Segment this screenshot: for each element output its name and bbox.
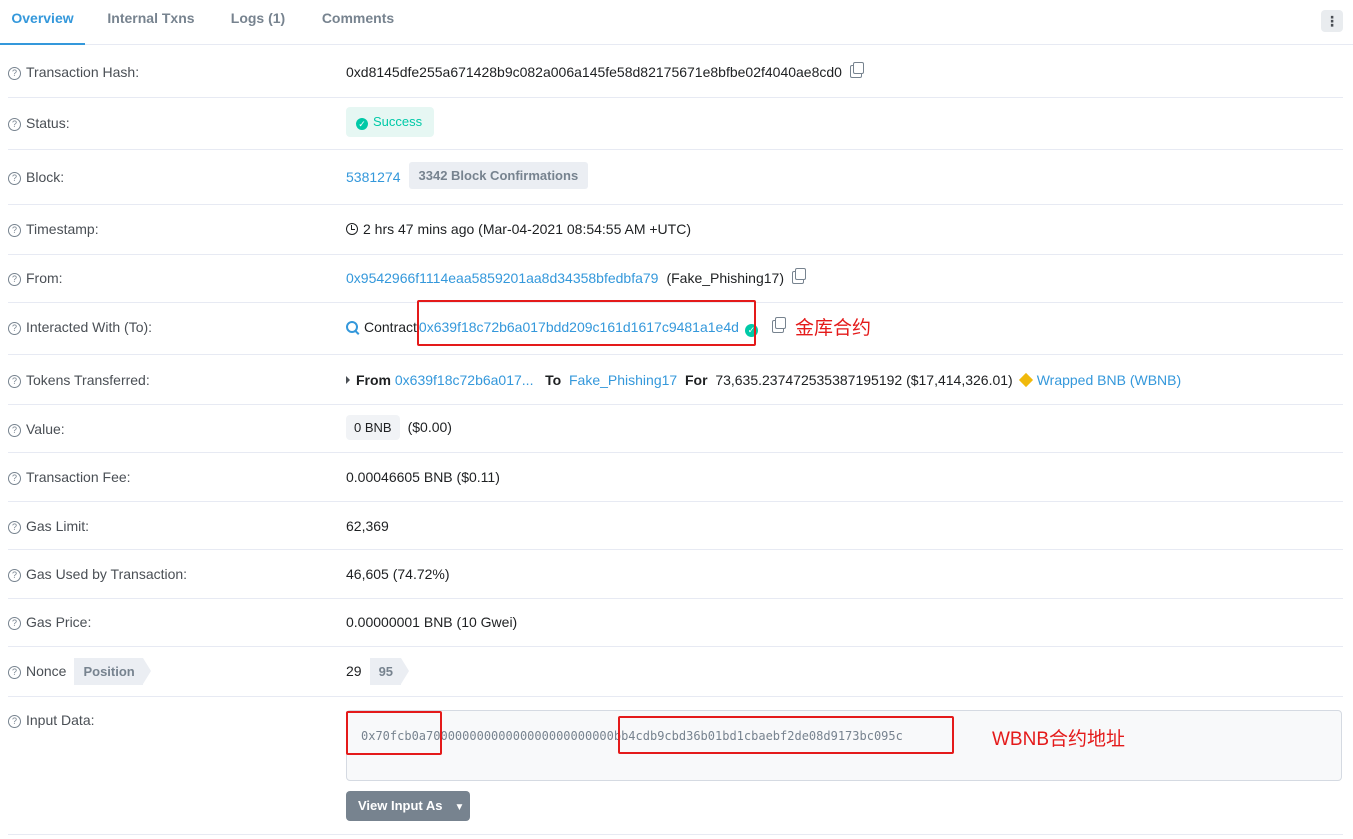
label-timestamp: Timestamp: bbox=[26, 221, 99, 237]
label-gas-price: Gas Price: bbox=[26, 614, 92, 630]
row-gas-used: ? Gas Used by Transaction: 46,605 (74.72%… bbox=[8, 550, 1343, 599]
nonce-value: 29 bbox=[346, 663, 362, 679]
row-value: ? Value: 0 BNB ($0.00) bbox=[8, 405, 1343, 453]
label-status: Status: bbox=[26, 115, 70, 131]
token-from-keyword: From bbox=[356, 372, 391, 388]
question-icon[interactable]: ? bbox=[8, 118, 21, 131]
status-text: Success bbox=[373, 114, 423, 129]
row-from: ? From: 0x9542966f1114eaa5859201aa8d34358… bbox=[8, 255, 1343, 303]
status-badge: ✓ Success bbox=[346, 107, 435, 137]
transaction-fee-value: 0.00046605 BNB ($0.11) bbox=[346, 469, 500, 485]
label-value: Value: bbox=[26, 421, 65, 437]
bnb-icon bbox=[1018, 372, 1033, 388]
contract-prefix: Contract bbox=[364, 319, 417, 335]
from-address-link[interactable]: 0x9542966f1114eaa5859201aa8d34358bfedbfa… bbox=[346, 270, 658, 286]
gas-used-value: 46,605 (74.72%) bbox=[346, 566, 450, 582]
row-gas-price: ? Gas Price: 0.00000001 BNB (10 Gwei) bbox=[8, 599, 1343, 647]
gas-limit-value: 62,369 bbox=[346, 518, 389, 534]
question-icon[interactable]: ? bbox=[8, 715, 21, 728]
row-status: ? Status: ✓ Success bbox=[8, 98, 1343, 150]
row-nonce: ? Nonce Position 29 95 bbox=[8, 647, 1343, 697]
token-from-link[interactable]: 0x639f18c72b6a017... bbox=[395, 372, 534, 388]
annotation-box-contract bbox=[417, 300, 756, 346]
transaction-hash-value: 0xd8145dfe255a671428b9c082a006a145fe58d8… bbox=[346, 64, 842, 80]
timestamp-value: 2 hrs 47 mins ago (Mar-04-2021 08:54:55 … bbox=[363, 221, 691, 237]
label-tokens-transferred: Tokens Transferred: bbox=[26, 372, 150, 388]
label-nonce: Nonce bbox=[26, 663, 67, 679]
label-block: Block: bbox=[26, 169, 65, 185]
label-transaction-hash: Transaction Hash: bbox=[26, 64, 140, 80]
row-transaction-fee: ? Transaction Fee: 0.00046605 BNB ($0.11) bbox=[8, 453, 1343, 502]
token-name-link[interactable]: Wrapped BNB (WBNB) bbox=[1037, 372, 1181, 388]
gas-price-value: 0.00000001 BNB (10 Gwei) bbox=[346, 614, 518, 630]
row-timestamp: ? Timestamp: 2 hrs 47 mins ago (Mar-04-20… bbox=[8, 205, 1343, 255]
row-block: ? Block: 5381274 3342 Block Confirmations bbox=[8, 150, 1343, 205]
tab-internal-txns[interactable]: Internal Txns bbox=[96, 0, 206, 44]
label-input-data: Input Data: bbox=[26, 712, 95, 728]
token-to-keyword: To bbox=[545, 372, 562, 388]
question-icon[interactable]: ? bbox=[8, 617, 21, 630]
annotation-box-wbnb-address bbox=[618, 716, 954, 754]
token-to-link[interactable]: Fake_Phishing17 bbox=[569, 372, 677, 388]
row-transaction-hash: ? Transaction Hash: 0xd8145dfe255a671428b… bbox=[8, 45, 1343, 98]
tab-overview[interactable]: Overview bbox=[0, 0, 85, 45]
annotation-wbnb-address: WBNB合约地址 bbox=[992, 729, 1126, 750]
clock-icon bbox=[346, 223, 358, 235]
token-amount: 73,635.237472535387195192 ($17,414,326.0… bbox=[715, 372, 1013, 388]
tab-bar: Overview Internal Txns Logs (1) Comments… bbox=[0, 0, 1353, 45]
question-icon[interactable]: ? bbox=[8, 67, 21, 80]
copy-icon[interactable] bbox=[849, 62, 864, 78]
row-tokens-transferred: ? Tokens Transferred: From 0x639f18c72b6a… bbox=[8, 355, 1343, 405]
caret-right-icon[interactable] bbox=[346, 376, 350, 384]
annotation-vault-contract: 金库合约 bbox=[795, 318, 872, 339]
value-usd: ($0.00) bbox=[407, 419, 452, 435]
tab-comments[interactable]: Comments bbox=[312, 0, 404, 44]
question-icon[interactable]: ? bbox=[8, 322, 21, 335]
view-input-as-button[interactable]: View Input As ▼ bbox=[346, 791, 470, 821]
check-circle-icon: ✓ bbox=[356, 118, 368, 130]
chevron-down-icon: ▼ bbox=[454, 802, 465, 813]
label-transaction-fee: Transaction Fee: bbox=[26, 469, 131, 485]
search-icon bbox=[346, 321, 358, 333]
label-gas-used: Gas Used by Transaction: bbox=[26, 566, 188, 582]
annotation-box-method-id bbox=[346, 711, 442, 755]
copy-icon[interactable] bbox=[791, 268, 806, 284]
from-name-tag: (Fake_Phishing17) bbox=[666, 270, 784, 286]
label-from: From: bbox=[26, 270, 63, 286]
token-for-keyword: For bbox=[684, 372, 708, 388]
question-icon[interactable]: ? bbox=[8, 375, 21, 388]
question-icon[interactable]: ? bbox=[8, 569, 21, 582]
position-tag: Position bbox=[74, 658, 152, 685]
tab-logs[interactable]: Logs (1) bbox=[218, 0, 298, 44]
label-interacted-with: Interacted With (To): bbox=[26, 319, 153, 335]
more-vertical-icon[interactable]: ⋮ bbox=[1321, 10, 1343, 32]
view-input-as-label: View Input As bbox=[358, 798, 443, 813]
position-value: 95 bbox=[369, 658, 410, 685]
question-icon[interactable]: ? bbox=[8, 521, 21, 534]
question-icon[interactable]: ? bbox=[8, 172, 21, 185]
label-gas-limit: Gas Limit: bbox=[26, 518, 90, 534]
question-icon[interactable]: ? bbox=[8, 224, 21, 237]
question-icon[interactable]: ? bbox=[8, 424, 21, 437]
row-gas-limit: ? Gas Limit: 62,369 bbox=[8, 502, 1343, 550]
block-number-link[interactable]: 5381274 bbox=[346, 169, 401, 185]
block-confirmations-badge: 3342 Block Confirmations bbox=[408, 162, 589, 189]
copy-icon[interactable] bbox=[771, 317, 786, 333]
question-icon[interactable]: ? bbox=[8, 472, 21, 485]
question-icon[interactable]: ? bbox=[8, 273, 21, 286]
value-chip: 0 BNB bbox=[346, 415, 400, 440]
question-icon[interactable]: ? bbox=[8, 666, 21, 679]
